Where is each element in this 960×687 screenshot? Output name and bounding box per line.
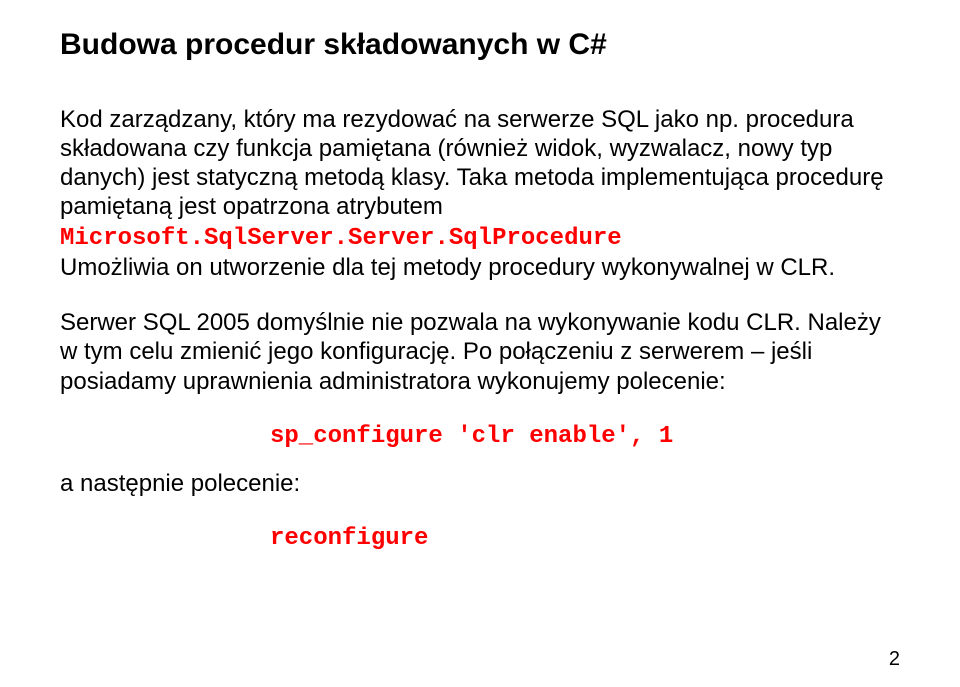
paragraph-3: a następnie polecenie: <box>60 469 900 498</box>
paragraph-1-text-b: Umożliwia on utworzenie dla tej metody p… <box>60 254 835 281</box>
inline-code-attribute: Microsoft.SqlServer.Server.SqlProcedure <box>60 225 622 252</box>
code-block-sp-configure: sp_configure 'clr enable', 1 <box>270 422 900 451</box>
page-number: 2 <box>889 648 900 671</box>
paragraph-2: Serwer SQL 2005 domyślnie nie pozwala na… <box>60 308 900 396</box>
page-container: Budowa procedur składowanych w C# Kod za… <box>0 0 960 687</box>
paragraph-1-text-a: Kod zarządzany, który ma rezydować na se… <box>60 106 884 221</box>
paragraph-1: Kod zarządzany, który ma rezydować na se… <box>60 105 900 283</box>
code-block-reconfigure: reconfigure <box>270 524 900 553</box>
body-text-block: Kod zarządzany, który ma rezydować na se… <box>60 105 900 554</box>
page-title: Budowa procedur składowanych w C# <box>60 28 900 63</box>
